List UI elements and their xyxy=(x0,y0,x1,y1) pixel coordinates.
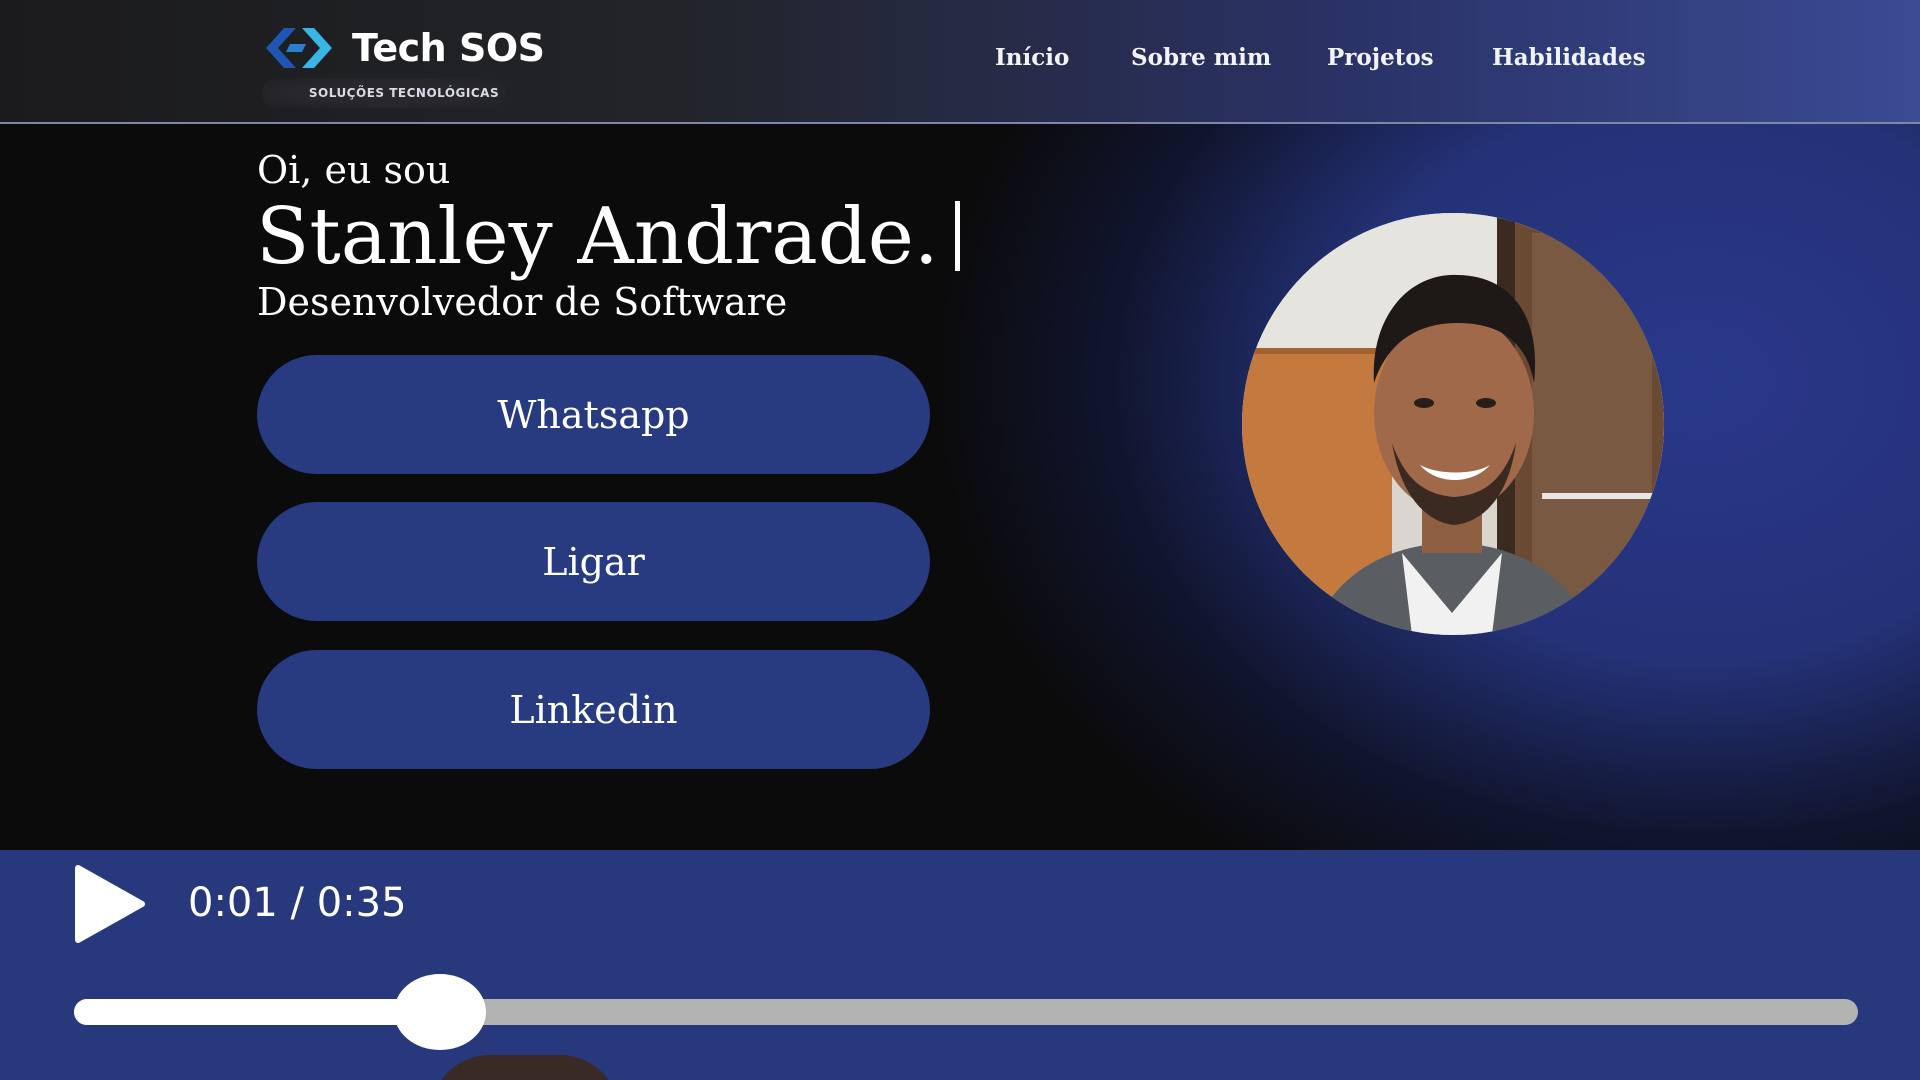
profile-photo xyxy=(1242,213,1664,635)
nav-item-habilidades[interactable]: Habilidades xyxy=(1492,44,1646,71)
progress-fill xyxy=(74,999,440,1025)
play-icon[interactable] xyxy=(74,864,146,944)
hero-name: Stanley Andrade. xyxy=(256,192,939,282)
call-button[interactable]: Ligar xyxy=(257,502,930,621)
page: Tech SOS SOLUÇÕES TECNOLÓGICAS Início So… xyxy=(0,0,1920,1080)
profile-photo-illustration xyxy=(1242,213,1664,635)
linkedin-button[interactable]: Linkedin xyxy=(257,650,930,769)
code-brackets-icon xyxy=(266,28,332,68)
video-player-controls: 0:01 / 0:35 xyxy=(0,850,1920,1080)
nav-item-sobre-mim[interactable]: Sobre mim xyxy=(1131,44,1271,71)
hero-name-line: Stanley Andrade. xyxy=(256,192,960,282)
next-section-peek xyxy=(430,1055,620,1080)
time-readout: 0:01 / 0:35 xyxy=(188,880,407,926)
typing-cursor xyxy=(954,201,960,271)
nav-item-inicio[interactable]: Início xyxy=(995,44,1069,71)
logo-tagline: SOLUÇÕES TECNOLÓGICAS xyxy=(262,78,506,108)
site-header: Tech SOS SOLUÇÕES TECNOLÓGICAS Início So… xyxy=(0,0,1920,124)
hero-greeting: Oi, eu sou xyxy=(257,148,451,192)
progress-thumb[interactable] xyxy=(393,974,486,1050)
whatsapp-button[interactable]: Whatsapp xyxy=(257,355,930,474)
hero-role: Desenvolvedor de Software xyxy=(257,280,788,324)
logo-name: Tech SOS xyxy=(352,26,545,70)
nav-item-projetos[interactable]: Projetos xyxy=(1327,44,1434,71)
logo[interactable]: Tech SOS SOLUÇÕES TECNOLÓGICAS xyxy=(262,24,545,120)
progress-slider[interactable] xyxy=(74,974,1858,1050)
